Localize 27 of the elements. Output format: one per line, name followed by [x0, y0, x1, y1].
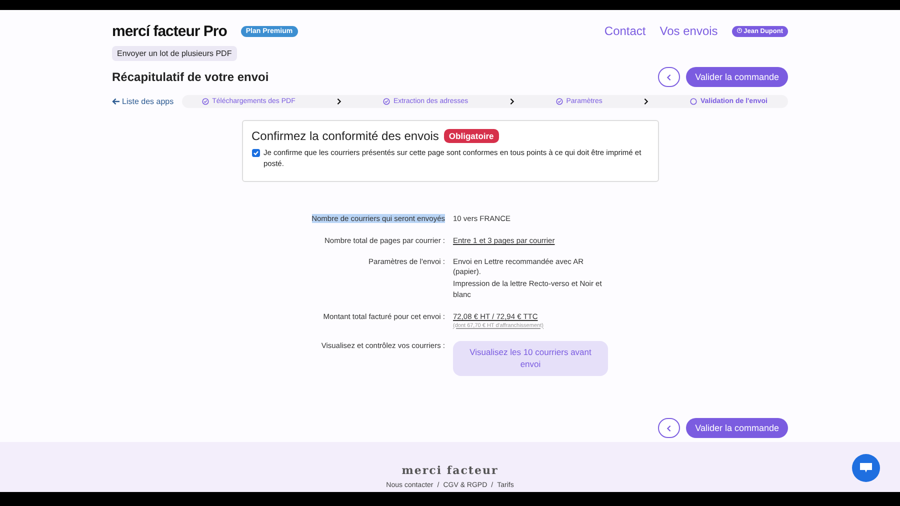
chevron-left-icon: [666, 424, 672, 432]
check-circle-icon: [556, 98, 564, 105]
check-circle-icon: [202, 98, 210, 105]
required-badge: Obligatoire: [444, 129, 499, 143]
card-title: Confirmez la conformité des envois: [252, 129, 439, 143]
mode-tag: Envoyer un lot de plusieurs PDF: [112, 46, 237, 61]
page-title: Récapitulatif de votre envoi: [112, 70, 269, 84]
arrow-left-icon: [112, 98, 120, 105]
preview-button[interactable]: Visualisez les 10 courriers avant envoi: [453, 340, 608, 376]
footer-logo: merci facteur: [402, 464, 498, 477]
chevron-right-icon: [643, 98, 650, 105]
nav-link[interactable]: Contact: [604, 24, 646, 38]
back-button[interactable]: [658, 418, 680, 438]
back-link[interactable]: Liste des apps: [112, 97, 174, 106]
back-button[interactable]: [658, 67, 680, 87]
validate-button[interactable]: Valider la commande: [686, 418, 788, 438]
logo: mercí facteur Pro: [112, 22, 227, 40]
chevron-left-icon: [666, 74, 672, 80]
chevron-right-icon: [509, 98, 516, 105]
nav-link[interactable]: Vos envois: [660, 24, 718, 38]
user-icon: [736, 28, 742, 32]
chat-bubble-icon: [859, 462, 873, 474]
circle-icon: [690, 98, 698, 105]
chevron-right-icon: [336, 98, 342, 105]
checkbox[interactable]: [252, 149, 260, 157]
check-circle-icon: [383, 98, 390, 105]
validate-button[interactable]: Valider la commande: [686, 67, 788, 87]
